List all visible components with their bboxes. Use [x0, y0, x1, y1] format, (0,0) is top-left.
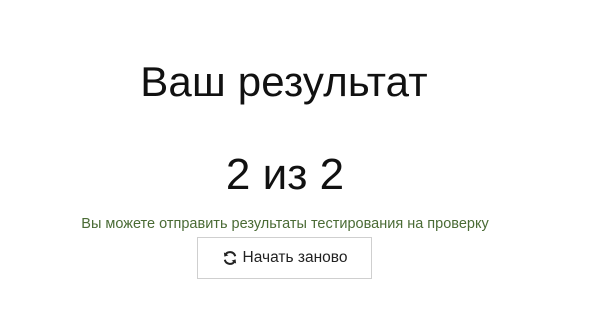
restart-button[interactable]: Начать заново [197, 237, 372, 279]
submit-hint-text: Вы можете отправить результаты тестирова… [81, 216, 489, 232]
score-value: 2 из 2 [225, 150, 345, 199]
refresh-icon [222, 250, 238, 266]
result-title: Ваш результат [140, 58, 428, 105]
restart-button-label: Начать заново [242, 249, 348, 266]
